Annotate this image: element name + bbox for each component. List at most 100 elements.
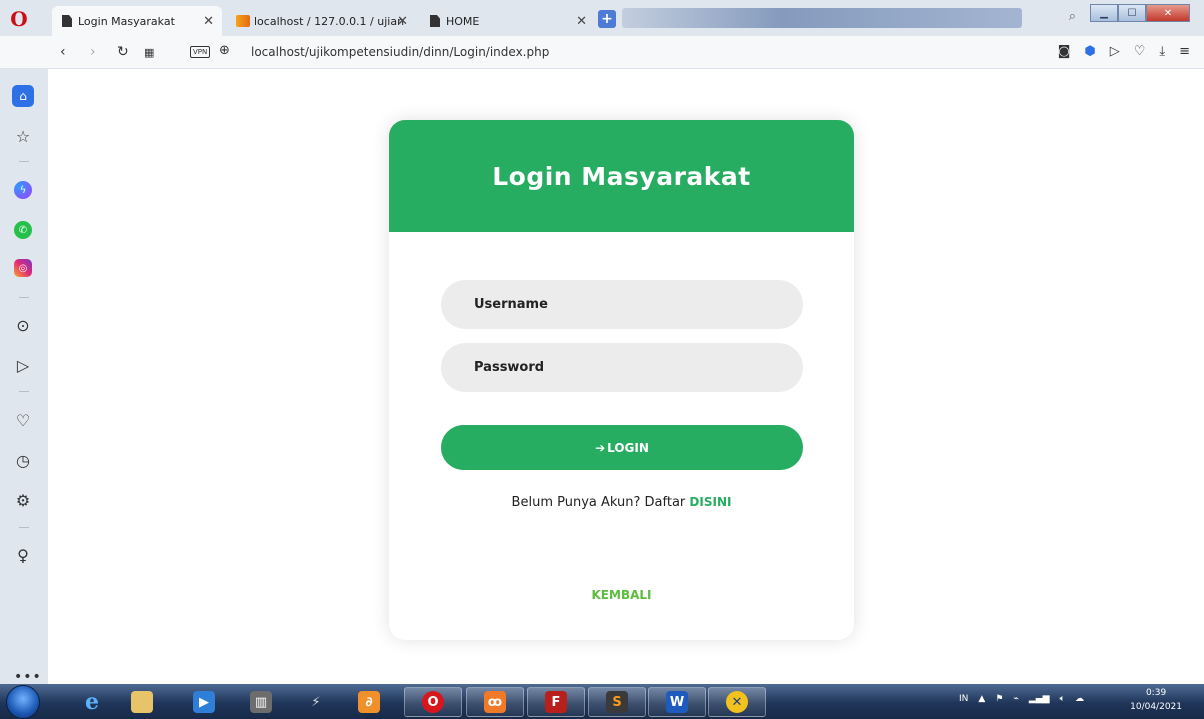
window-controls: ▁ ☐ ✕ bbox=[1090, 4, 1190, 22]
taskbar-word[interactable]: W bbox=[648, 687, 706, 717]
heart-icon[interactable]: ♡ bbox=[12, 409, 34, 431]
taskbar-clock[interactable]: 0:39 10/04/2021 bbox=[1130, 686, 1182, 714]
taskbar-sublime[interactable]: S bbox=[588, 687, 646, 717]
close-tab-icon[interactable]: ✕ bbox=[203, 14, 214, 29]
tab-label: localhost / 127.0.0.1 / ujian bbox=[254, 14, 405, 28]
xampp-icon: ꝏ bbox=[484, 691, 506, 713]
send-icon[interactable]: ▷ bbox=[1110, 44, 1120, 59]
shield-icon[interactable]: ⬢ bbox=[1084, 44, 1095, 59]
cloud-icon[interactable]: ☁ bbox=[1075, 694, 1084, 704]
address-bar: ‹ › ↻ ▦ VPN ⊕ localhost/ujikompetensiudi… bbox=[0, 36, 1204, 69]
filezilla-icon: F bbox=[545, 691, 567, 713]
tab-label: HOME bbox=[446, 14, 480, 28]
taskbar-opera[interactable]: O bbox=[404, 687, 462, 717]
tray-language[interactable]: IN bbox=[959, 694, 968, 704]
sublime-icon: S bbox=[606, 691, 628, 713]
opera-sidebar: ⌂ ☆ ϟ ✆ ◎ ⊙ ▷ ♡ ◷ ⚙ ♀ ••• bbox=[0, 69, 48, 685]
settings-icon[interactable]: ⚙ bbox=[12, 489, 34, 511]
password-input[interactable] bbox=[441, 343, 803, 392]
heart-icon[interactable]: ♡ bbox=[1134, 44, 1146, 59]
taskbar-tool[interactable]: ⚡ bbox=[292, 687, 340, 717]
taskbar-explorer[interactable] bbox=[118, 687, 166, 717]
control-panel-icon: ✕ bbox=[726, 691, 748, 713]
messenger-icon[interactable]: ϟ bbox=[14, 181, 32, 199]
page-title: Login Masyarakat bbox=[492, 161, 751, 191]
more-icon[interactable]: ••• bbox=[14, 669, 42, 685]
camera-icon[interactable]: ◙ bbox=[1058, 44, 1071, 59]
word-icon: W bbox=[666, 691, 688, 713]
vpn-badge[interactable]: VPN bbox=[190, 46, 211, 58]
app-icon: ∂ bbox=[358, 691, 380, 713]
register-prompt-text: Belum Punya Akun? Daftar bbox=[511, 495, 686, 510]
start-button[interactable] bbox=[6, 685, 40, 719]
blurred-tab-area bbox=[622, 8, 1022, 28]
sidebar-divider bbox=[19, 391, 29, 392]
taskbar-xampp-control[interactable]: ✕ bbox=[708, 687, 766, 717]
tab-login-masyarakat[interactable]: Login Masyarakat ✕ bbox=[52, 6, 222, 36]
clock-date: 10/04/2021 bbox=[1130, 702, 1182, 712]
system-tray: IN ▲ ⚑ ⌁ ▂▄▆ 🔈︎ ☁ bbox=[959, 694, 1084, 704]
globe-icon: ⊕ bbox=[219, 43, 230, 58]
taskbar-app-orange[interactable]: ∂ bbox=[345, 687, 393, 717]
internet-explorer-icon: e bbox=[85, 689, 99, 715]
history-icon[interactable]: ◷ bbox=[12, 449, 34, 471]
home-icon[interactable]: ⌂ bbox=[12, 85, 34, 107]
tab-search-icon[interactable]: ⌕ bbox=[1069, 9, 1076, 24]
reload-icon[interactable]: ↻ bbox=[117, 44, 129, 60]
taskbar-filezilla[interactable]: F bbox=[527, 687, 585, 717]
url-field[interactable]: localhost/ujikompetensiudin/dinn/Login/i… bbox=[251, 45, 549, 59]
close-tab-icon[interactable]: ✕ bbox=[576, 14, 587, 29]
player-icon[interactable]: ⊙ bbox=[12, 314, 34, 336]
document-icon bbox=[62, 15, 72, 27]
menu-icon[interactable]: ≡ bbox=[1179, 44, 1190, 59]
opera-icon: O bbox=[422, 691, 444, 713]
power-icon[interactable]: ⌁ bbox=[1013, 694, 1018, 704]
speed-dial-icon[interactable]: ▦ bbox=[144, 46, 154, 59]
lightbulb-icon[interactable]: ♀ bbox=[12, 544, 34, 566]
login-card-header: Login Masyarakat bbox=[389, 120, 854, 232]
sidebar-divider bbox=[19, 297, 29, 298]
taskbar-xampp[interactable]: ꝏ bbox=[466, 687, 524, 717]
volume-icon[interactable]: 🔈︎ bbox=[1060, 694, 1065, 704]
tool-icon: ⚡ bbox=[311, 694, 321, 710]
username-input[interactable] bbox=[441, 280, 803, 329]
maximize-button[interactable]: ☐ bbox=[1118, 4, 1146, 22]
register-link[interactable]: DISINI bbox=[689, 495, 731, 509]
taskbar-media[interactable]: ▶ bbox=[180, 687, 228, 717]
windows-taskbar: e ▶ ▥ ⚡ ∂ O ꝏ F S W ✕ IN ▲ ⚑ ⌁ ▂▄▆ 🔈︎ ☁ … bbox=[0, 684, 1204, 719]
document-icon bbox=[430, 15, 440, 27]
sidebar-divider bbox=[19, 161, 29, 162]
login-button[interactable]: ➔ LOGIN bbox=[441, 425, 803, 470]
browser-tab-bar: O Login Masyarakat ✕ localhost / 127.0.0… bbox=[0, 0, 1204, 36]
instagram-icon[interactable]: ◎ bbox=[14, 259, 32, 277]
signal-icon[interactable]: ▂▄▆ bbox=[1029, 694, 1050, 704]
address-bar-actions: ◙ ⬢ ▷ ♡ ⤓ ≡ bbox=[1058, 44, 1190, 59]
opera-logo-icon[interactable]: O bbox=[8, 8, 30, 30]
tab-label: Login Masyarakat bbox=[78, 14, 175, 28]
register-prompt: Belum Punya Akun? Daftar DISINI bbox=[389, 495, 854, 510]
close-tab-icon[interactable]: ✕ bbox=[397, 14, 408, 29]
taskbar-ie[interactable]: e bbox=[68, 687, 116, 717]
back-icon[interactable]: ‹ bbox=[60, 44, 66, 60]
flag-icon[interactable]: ⚑ bbox=[995, 694, 1003, 704]
taskbar-archive[interactable]: ▥ bbox=[237, 687, 285, 717]
sign-in-icon: ➔ bbox=[595, 440, 606, 455]
clock-time: 0:39 bbox=[1145, 688, 1167, 698]
send-icon[interactable]: ▷ bbox=[12, 354, 34, 376]
new-tab-button[interactable]: + bbox=[598, 10, 616, 28]
download-icon[interactable]: ⤓ bbox=[1159, 44, 1165, 59]
tab-home[interactable]: HOME ✕ bbox=[420, 6, 595, 36]
whatsapp-icon[interactable]: ✆ bbox=[14, 221, 32, 239]
login-button-label: LOGIN bbox=[607, 440, 649, 455]
folder-icon bbox=[131, 691, 153, 713]
tray-expand-icon[interactable]: ▲ bbox=[978, 694, 985, 704]
minimize-button[interactable]: ▁ bbox=[1090, 4, 1118, 22]
forward-icon[interactable]: › bbox=[90, 44, 96, 60]
tab-phpmyadmin[interactable]: localhost / 127.0.0.1 / ujian ✕ bbox=[226, 6, 416, 36]
sidebar-divider bbox=[19, 527, 29, 528]
close-window-button[interactable]: ✕ bbox=[1146, 4, 1190, 22]
star-icon[interactable]: ☆ bbox=[12, 125, 34, 147]
login-card: Login Masyarakat ➔ LOGIN Belum Punya Aku… bbox=[389, 120, 854, 640]
phpmyadmin-icon bbox=[236, 15, 250, 27]
back-link[interactable]: KEMBALI bbox=[389, 588, 854, 602]
